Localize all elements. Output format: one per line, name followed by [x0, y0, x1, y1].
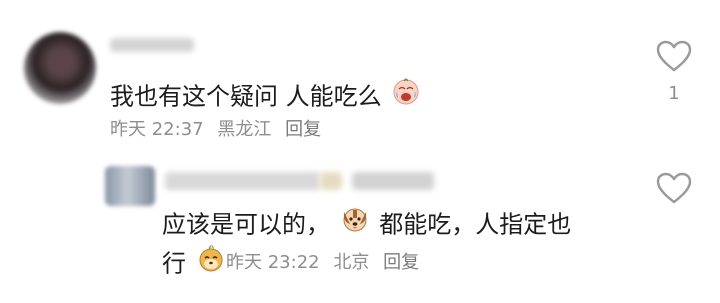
location-label: 北京	[333, 252, 370, 273]
heart-icon	[656, 172, 692, 204]
timestamp: 昨天 22:37	[110, 119, 204, 140]
comment-text-part1: 应该是可以的，	[162, 210, 330, 239]
comment-text-part2: 都能吃，人指定也	[379, 210, 572, 239]
like-button[interactable]	[654, 172, 694, 215]
username-blurred[interactable]	[110, 38, 194, 52]
avatar[interactable]	[24, 32, 96, 104]
username-badge-blurred	[320, 172, 342, 190]
timestamp: 昨天 23:22	[226, 252, 320, 273]
comment-text-line2-body: 行	[162, 249, 186, 278]
shiba-sticker-emoji	[196, 243, 226, 282]
comment-meta: 昨天 23:22 北京 回复	[226, 251, 427, 275]
reply-button[interactable]: 回复	[285, 119, 321, 140]
comment-meta: 昨天 22:37 黑龙江 回复	[110, 118, 329, 142]
comment-item: 我也有这个疑问 人能吃么 昨天 22:37 黑龙江 回复 1	[0, 0, 720, 155]
reply-target-blurred[interactable]	[352, 172, 434, 190]
location-label: 黑龙江	[217, 119, 272, 140]
comment-text: 我也有这个疑问 人能吃么	[110, 78, 423, 117]
like-count: 1	[668, 83, 680, 104]
comment-text-line2: 行	[162, 245, 228, 284]
comment-text-body: 我也有这个疑问 人能吃么	[110, 82, 382, 111]
dog-face-emoji	[340, 204, 370, 243]
username-blurred[interactable]	[165, 172, 320, 190]
reply-button[interactable]: 回复	[383, 252, 419, 273]
heart-icon	[656, 40, 692, 72]
crying-laughing-emoji	[391, 76, 421, 115]
comment-text-line1: 应该是可以的， 都能吃，人指定也	[162, 206, 571, 245]
like-button[interactable]: 1	[654, 40, 694, 104]
avatar[interactable]	[105, 166, 155, 206]
